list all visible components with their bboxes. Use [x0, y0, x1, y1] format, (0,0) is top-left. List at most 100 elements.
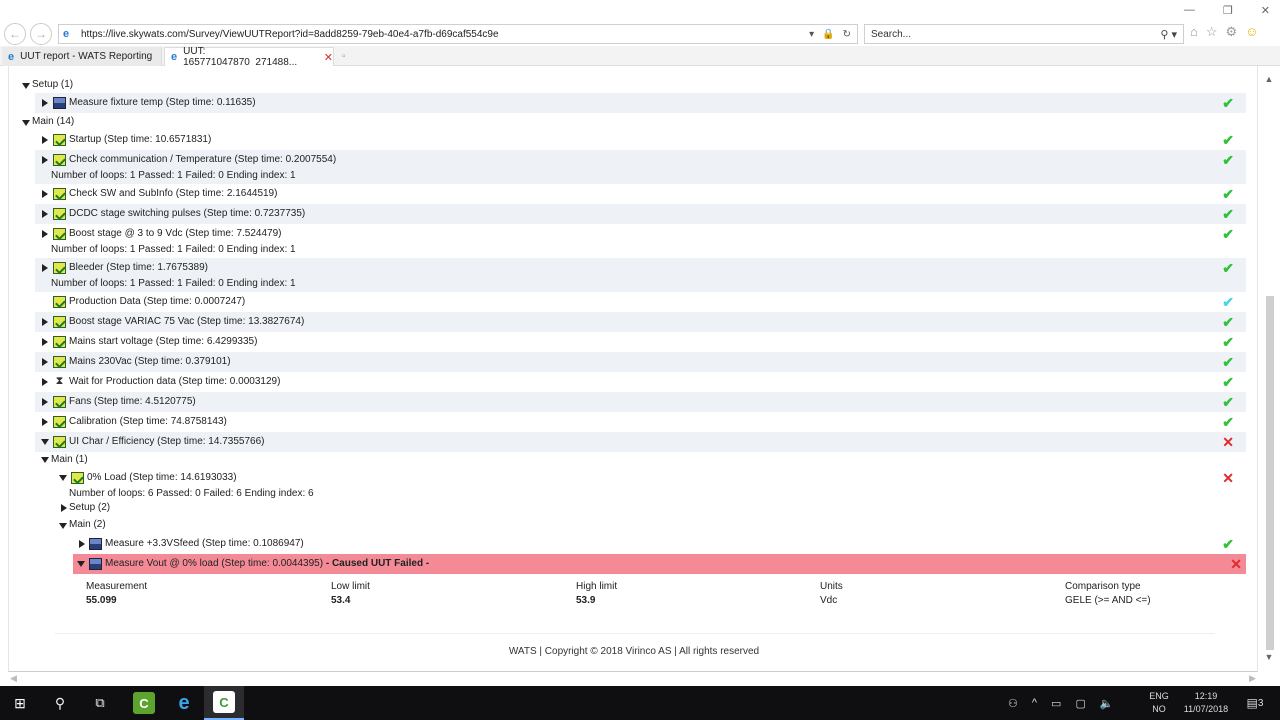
- measurement-value: 55.099: [86, 595, 117, 606]
- network-icon[interactable]: ▢: [1075, 697, 1085, 710]
- tab-uut-active[interactable]: e UUT: 165771047870_271488... ✕: [164, 46, 334, 68]
- step-row-startup[interactable]: Startup (Step time: 10.6571831) ✔: [35, 130, 1246, 150]
- pass-check-icon: ✔: [1222, 354, 1234, 370]
- measurement-column: Measurement 55.099: [86, 580, 147, 608]
- sequence-step-icon: [53, 188, 66, 200]
- expand-icon[interactable]: [42, 136, 48, 144]
- expand-icon[interactable]: [42, 398, 48, 406]
- inner-main-group-label[interactable]: Main (2): [69, 518, 106, 532]
- address-url[interactable]: https://live.skywats.com/Survey/ViewUUTR…: [77, 29, 809, 40]
- favorites-star-icon[interactable]: ☆: [1206, 24, 1218, 40]
- search-input[interactable]: Search...: [871, 29, 911, 40]
- collapse-main-icon[interactable]: [22, 120, 30, 126]
- address-row: ← → e https://live.skywats.com/Survey/Vi…: [0, 22, 1280, 46]
- expand-icon[interactable]: [42, 318, 48, 326]
- scroll-right-icon[interactable]: ▶: [1249, 673, 1256, 684]
- expand-icon[interactable]: [42, 418, 48, 426]
- scroll-down-icon[interactable]: ▼: [1262, 652, 1276, 662]
- close-tab-icon[interactable]: ✕: [324, 51, 333, 64]
- expand-icon[interactable]: [42, 378, 48, 386]
- language-indicator[interactable]: ENG NO: [1146, 686, 1172, 720]
- collapse-setup-icon[interactable]: [22, 83, 30, 89]
- step-row-calibration[interactable]: Calibration (Step time: 74.8758143) ✔: [35, 412, 1246, 432]
- forward-button[interactable]: →: [30, 23, 52, 45]
- step-row-wait-production[interactable]: ⧗ Wait for Production data (Step time: 0…: [35, 372, 1246, 392]
- collapse-inner-main-icon[interactable]: [59, 523, 67, 529]
- sequence-step-icon: [53, 208, 66, 220]
- start-button[interactable]: ⊞: [4, 686, 36, 720]
- taskbar-ie[interactable]: e: [164, 686, 204, 720]
- expand-icon[interactable]: [42, 156, 48, 164]
- step-row-check-sw[interactable]: Check SW and SubInfo (Step time: 2.16445…: [35, 184, 1246, 204]
- people-icon[interactable]: ⚇: [1008, 697, 1018, 710]
- step-row-boost-variac[interactable]: Boost stage VARIAC 75 Vac (Step time: 13…: [35, 312, 1246, 332]
- collapse-icon[interactable]: [59, 475, 67, 481]
- scroll-up-icon[interactable]: ▲: [1262, 74, 1276, 84]
- collapse-icon[interactable]: [77, 561, 85, 567]
- step-row-bleeder[interactable]: Bleeder (Step time: 1.7675389) ✔ Number …: [35, 258, 1246, 292]
- expand-setup-icon[interactable]: [61, 504, 67, 512]
- setup-group-label[interactable]: Setup (1): [32, 78, 73, 92]
- dropdown-icon[interactable]: ▾: [809, 29, 814, 40]
- step-row-mains-230[interactable]: Mains 230Vac (Step time: 0.379101) ✔: [35, 352, 1246, 372]
- search-box[interactable]: Search... ⚲ ▾: [864, 24, 1184, 44]
- horizontal-scrollbar[interactable]: ◀ ▶: [8, 672, 1258, 686]
- nested-main-group-label[interactable]: Main (1): [51, 453, 88, 467]
- green-app-icon: C: [133, 692, 155, 714]
- battery-icon[interactable]: ▭: [1051, 697, 1061, 710]
- expand-icon[interactable]: [42, 338, 48, 346]
- step-row-ui-char[interactable]: UI Char / Efficiency (Step time: 14.7355…: [35, 432, 1246, 452]
- vertical-scrollbar[interactable]: ▲ ▼: [1262, 72, 1276, 666]
- step-row-boost-stage[interactable]: Boost stage @ 3 to 9 Vdc (Step time: 7.5…: [35, 224, 1246, 258]
- low-limit-value: 53.4: [331, 595, 351, 606]
- taskbar-app-1[interactable]: C: [124, 686, 164, 720]
- refresh-icon[interactable]: ↻: [843, 29, 851, 40]
- step-row-mains-start[interactable]: Mains start voltage (Step time: 6.429933…: [35, 332, 1246, 352]
- minimize-icon[interactable]: —: [1184, 4, 1195, 17]
- close-window-icon[interactable]: ✕: [1261, 4, 1270, 17]
- high-limit-header: High limit: [576, 581, 618, 592]
- task-view-button[interactable]: ⧉: [84, 686, 116, 720]
- step-row-production-data[interactable]: Production Data (Step time: 0.0007247) ✔: [35, 292, 1246, 312]
- new-tab-button[interactable]: ▫: [336, 47, 350, 66]
- step-row-zero-load[interactable]: 0% Load (Step time: 14.6193033) ✕ Number…: [53, 468, 1246, 502]
- tab-uut-report[interactable]: e UUT report - WATS Reporting: [2, 47, 162, 66]
- measurement-step-icon: [53, 97, 66, 109]
- step-row-fans[interactable]: Fans (Step time: 4.5120775) ✔: [35, 392, 1246, 412]
- main-group-label[interactable]: Main (14): [32, 115, 74, 129]
- scroll-thumb[interactable]: [1266, 296, 1274, 650]
- expand-icon[interactable]: [42, 230, 48, 238]
- expand-icon[interactable]: [79, 540, 85, 548]
- restore-icon[interactable]: ❐: [1223, 4, 1233, 17]
- show-hidden-icon[interactable]: ^: [1032, 697, 1037, 709]
- volume-icon[interactable]: 🔈: [1100, 697, 1114, 710]
- back-button[interactable]: ←: [4, 23, 26, 45]
- expand-icon[interactable]: [42, 99, 48, 107]
- step-row-check-communication[interactable]: Check communication / Temperature (Step …: [35, 150, 1246, 184]
- collapse-icon[interactable]: [41, 439, 49, 445]
- home-icon[interactable]: ⌂: [1190, 24, 1198, 40]
- notifications-button[interactable]: ▤ 3: [1244, 686, 1266, 720]
- step-row-measure-fixture-temp[interactable]: Measure fixture temp (Step time: 0.11635…: [35, 93, 1246, 113]
- expand-icon[interactable]: [42, 190, 48, 198]
- search-icon[interactable]: ⚲ ▾: [1160, 28, 1177, 41]
- collapse-nested-main-icon[interactable]: [41, 457, 49, 463]
- settings-gear-icon[interactable]: ⚙: [1226, 24, 1238, 40]
- lang-bottom: NO: [1152, 704, 1166, 714]
- step-row-dcdc[interactable]: DCDC stage switching pulses (Step time: …: [35, 204, 1246, 224]
- step-row-measure-33v[interactable]: Measure +3.3VSfeed (Step time: 0.1086947…: [71, 534, 1246, 554]
- step-row-measure-vout[interactable]: Measure Vout @ 0% load (Step time: 0.004…: [73, 554, 1246, 574]
- white-app-icon: C: [213, 691, 235, 713]
- lock-icon[interactable]: 🔒: [822, 29, 834, 40]
- expand-icon[interactable]: [42, 358, 48, 366]
- scroll-left-icon[interactable]: ◀: [10, 673, 17, 684]
- expand-icon[interactable]: [42, 210, 48, 218]
- address-bar[interactable]: e https://live.skywats.com/Survey/ViewUU…: [58, 24, 858, 44]
- clock[interactable]: 12:19 11/07/2018: [1176, 686, 1236, 720]
- taskbar-search-button[interactable]: ⚲: [44, 686, 76, 720]
- smiley-feedback-icon[interactable]: ☺: [1245, 24, 1258, 40]
- expand-icon[interactable]: [42, 264, 48, 272]
- taskbar-app-2-active[interactable]: C: [204, 686, 244, 720]
- nested-setup-group-label[interactable]: Setup (2): [69, 501, 110, 515]
- comparison-value: GELE (>= AND <=): [1065, 595, 1151, 606]
